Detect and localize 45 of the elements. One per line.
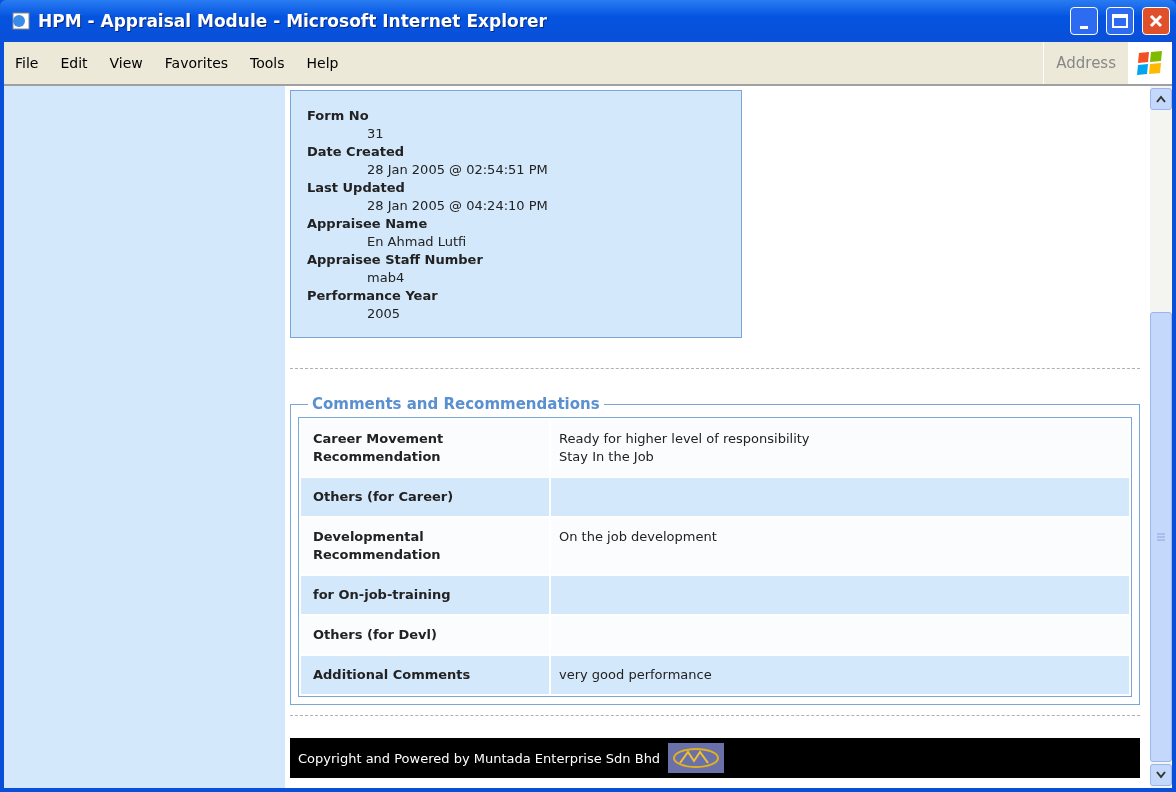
scroll-down-button[interactable]	[1150, 764, 1172, 786]
row-label: Others (for Career)	[301, 478, 549, 516]
field-label: Performance Year	[307, 287, 439, 305]
menu-item[interactable]: File	[4, 55, 50, 71]
close-button[interactable]	[1142, 7, 1170, 35]
field-value: 28 Jan 2005 @ 04:24:10 PM	[366, 197, 549, 215]
minimize-icon	[1080, 25, 1088, 29]
menu-item[interactable]: Edit	[49, 55, 99, 71]
row-label: Additional Comments	[301, 656, 549, 694]
menu-item[interactable]: Tools	[239, 55, 296, 71]
maximize-icon	[1112, 14, 1128, 28]
menu-item[interactable]: View	[98, 55, 154, 71]
window-title: HPM - Appraisal Module - Microsoft Internet Explorer	[38, 11, 548, 31]
field-value: 28 Jan 2005 @ 02:54:51 PM	[366, 161, 549, 179]
row-label: Others (for Devl)	[301, 616, 549, 654]
menu-item[interactable]: Favorites	[153, 55, 240, 71]
table-cell: On the job development	[551, 518, 1129, 574]
menu-item[interactable]: Help	[295, 55, 350, 71]
chevron-up-icon	[1156, 95, 1166, 103]
scrollbar-thumb[interactable]	[1150, 312, 1172, 762]
field-value: mab4	[366, 269, 406, 287]
field-label: Appraisee Name	[307, 215, 429, 233]
minimize-button[interactable]	[1070, 7, 1098, 35]
close-icon	[1149, 14, 1163, 28]
table-cell: very good performance	[551, 656, 1129, 694]
copyright-text: Copyright and Powered by Muntada Enterprise Sdn Bhd	[298, 750, 661, 766]
row-label: for On-job-training	[301, 576, 549, 614]
field-value: 2005	[366, 305, 402, 323]
maximize-button[interactable]	[1106, 7, 1134, 35]
field-label: Appraisee Staff Number	[307, 251, 484, 269]
chevron-down-icon	[1156, 771, 1166, 779]
grip-icon	[1157, 533, 1165, 541]
field-value: En Ahmad Lutfi	[366, 233, 468, 251]
table-cell: Ready for higher level of responsibility Stay In the Job	[551, 420, 1129, 476]
field-label: Last Updated	[307, 179, 406, 197]
windows-flag-icon	[1136, 50, 1164, 76]
row-label: Developmental Recommendation	[301, 518, 549, 574]
row-label: Career Movement Recommendation	[301, 420, 549, 476]
browser-icon	[10, 11, 32, 31]
scroll-up-button[interactable]	[1150, 88, 1172, 110]
field-label: Date Created	[307, 143, 405, 161]
field-value: 31	[366, 125, 385, 143]
field-label: Form No	[307, 107, 370, 125]
logo-icon	[668, 743, 725, 773]
section-title: Comments and Recommendations	[311, 395, 601, 413]
